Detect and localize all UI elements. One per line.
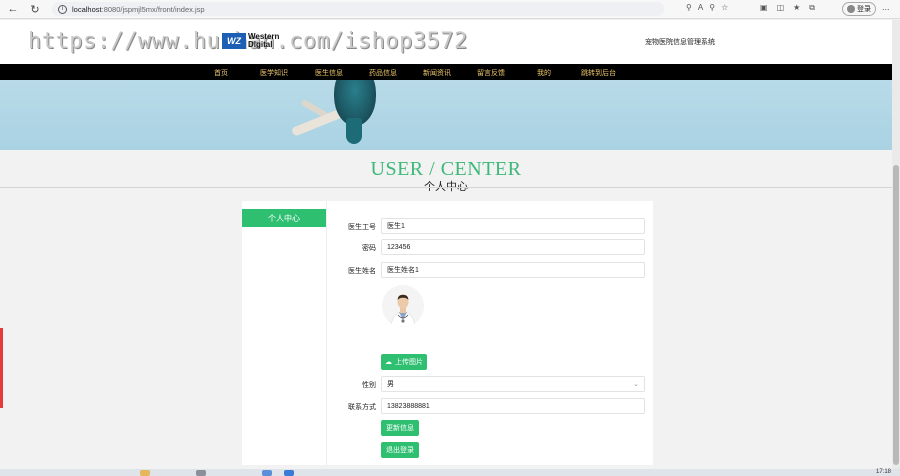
refresh-icon[interactable]: ↻ <box>26 1 44 17</box>
user-center-card: 个人中心 医生工号 医生1 密码 123456 医生姓名 医生姓名1 ☁ 上传图… <box>242 201 653 465</box>
doctor-name-label: 医生姓名 <box>348 268 376 275</box>
gender-label: 性别 <box>362 382 376 389</box>
nav-item-news[interactable]: 新闻资讯 <box>423 68 451 78</box>
taskbar-browser-icon[interactable] <box>262 470 272 476</box>
logo-line-2: Digital <box>248 40 273 49</box>
profile-login-label: 登录 <box>857 6 871 13</box>
extensions-icon[interactable]: ▣ <box>760 3 768 13</box>
phone-label: 联系方式 <box>348 404 376 411</box>
logout-button[interactable]: 退出登录 <box>381 442 419 458</box>
doctor-avatar-image <box>382 285 424 327</box>
sidebar-divider <box>326 201 327 465</box>
title-divider <box>0 187 892 188</box>
browser-tools: ▣ ◫ ★ ⧉ <box>760 3 815 13</box>
system-name: 宠物医院信息管理系统 <box>645 39 715 46</box>
taskbar-app-icon[interactable] <box>196 470 206 476</box>
site-header: https://www.huzhan.com/ishop3572 WZ West… <box>0 20 892 64</box>
upload-image-label: 上传图片 <box>395 359 423 366</box>
address-bar[interactable]: i localhost:8080/jspmjl5mx/front/index.j… <box>52 2 664 16</box>
taskbar-edge-icon[interactable] <box>284 470 294 476</box>
doctor-avatar <box>382 285 424 327</box>
gender-select-value: 男 <box>387 381 394 388</box>
phone-input[interactable]: 13823888881 <box>381 398 645 414</box>
favorite-icon[interactable]: ☆ <box>721 3 728 12</box>
url-host: localhost <box>72 4 102 14</box>
password-input[interactable]: 123456 <box>381 239 645 255</box>
page-title-cn: 个人中心 <box>424 181 468 193</box>
page-scrollbar[interactable] <box>892 20 900 469</box>
doctor-id-input[interactable]: 医生1 <box>381 218 645 234</box>
collections-icon[interactable]: ⧉ <box>809 3 815 13</box>
nav-item-mine[interactable]: 我的 <box>537 68 551 78</box>
nav-item-feedback[interactable]: 留言反馈 <box>477 68 505 78</box>
profile-login-button[interactable]: 登录 <box>842 2 876 16</box>
taskbar-folder-icon[interactable] <box>140 470 150 476</box>
nav-item-medicine[interactable]: 药品信息 <box>369 68 397 78</box>
site-logo[interactable]: WZ Western Digital <box>222 33 279 49</box>
address-tools: ⚲ A ⚲ ☆ <box>686 3 728 12</box>
os-taskbar: 17:18 <box>0 469 900 476</box>
banner-bird-tail <box>346 118 362 144</box>
main-nav: 首页 医学知识 医生信息 药品信息 新闻资讯 留言反馈 我的 跳转到后台 <box>0 64 892 80</box>
scrollbar-thumb[interactable] <box>893 165 899 465</box>
update-info-button[interactable]: 更新信息 <box>381 420 419 436</box>
hero-banner <box>0 80 892 150</box>
doctor-id-label: 医生工号 <box>348 224 376 231</box>
profile-avatar-icon <box>847 5 855 13</box>
doctor-name-input[interactable]: 医生姓名1 <box>381 262 645 278</box>
cloud-upload-icon: ☁ <box>385 359 392 366</box>
favorites-icon[interactable]: ★ <box>793 3 800 13</box>
key-icon[interactable]: ⚲ <box>686 3 692 12</box>
read-aloud-icon[interactable]: A <box>698 3 703 12</box>
upload-image-button[interactable]: ☁ 上传图片 <box>381 354 427 370</box>
site-info-icon[interactable]: i <box>58 4 67 14</box>
gender-select[interactable]: 男 ⌄ <box>381 376 645 392</box>
logo-text: Western Digital <box>248 33 279 49</box>
more-menu-icon[interactable]: ... <box>882 2 890 12</box>
nav-item-home[interactable]: 首页 <box>214 68 228 78</box>
password-label: 密码 <box>362 245 376 252</box>
logo-mark: WZ <box>222 33 246 49</box>
browser-toolbar: ← ↻ i localhost:8080/jspmjl5mx/front/ind… <box>0 0 900 19</box>
nav-item-doctors[interactable]: 医生信息 <box>315 68 343 78</box>
back-icon[interactable]: ← <box>4 1 22 17</box>
nav-item-medical-knowledge[interactable]: 医学知识 <box>260 68 288 78</box>
sidebar-tab-user-center[interactable]: 个人中心 <box>242 209 326 227</box>
taskbar-clock: 17:18 <box>876 469 892 475</box>
left-edge-marker <box>0 328 3 408</box>
nav-item-backend[interactable]: 跳转到后台 <box>581 68 616 78</box>
chevron-down-icon: ⌄ <box>633 381 639 388</box>
url-path: :8080/jspmjl5mx/front/index.jsp <box>101 4 205 14</box>
page-viewport: https://www.huzhan.com/ishop3572 WZ West… <box>0 20 892 469</box>
zoom-icon[interactable]: ⚲ <box>709 3 715 12</box>
split-screen-icon[interactable]: ◫ <box>777 3 785 13</box>
